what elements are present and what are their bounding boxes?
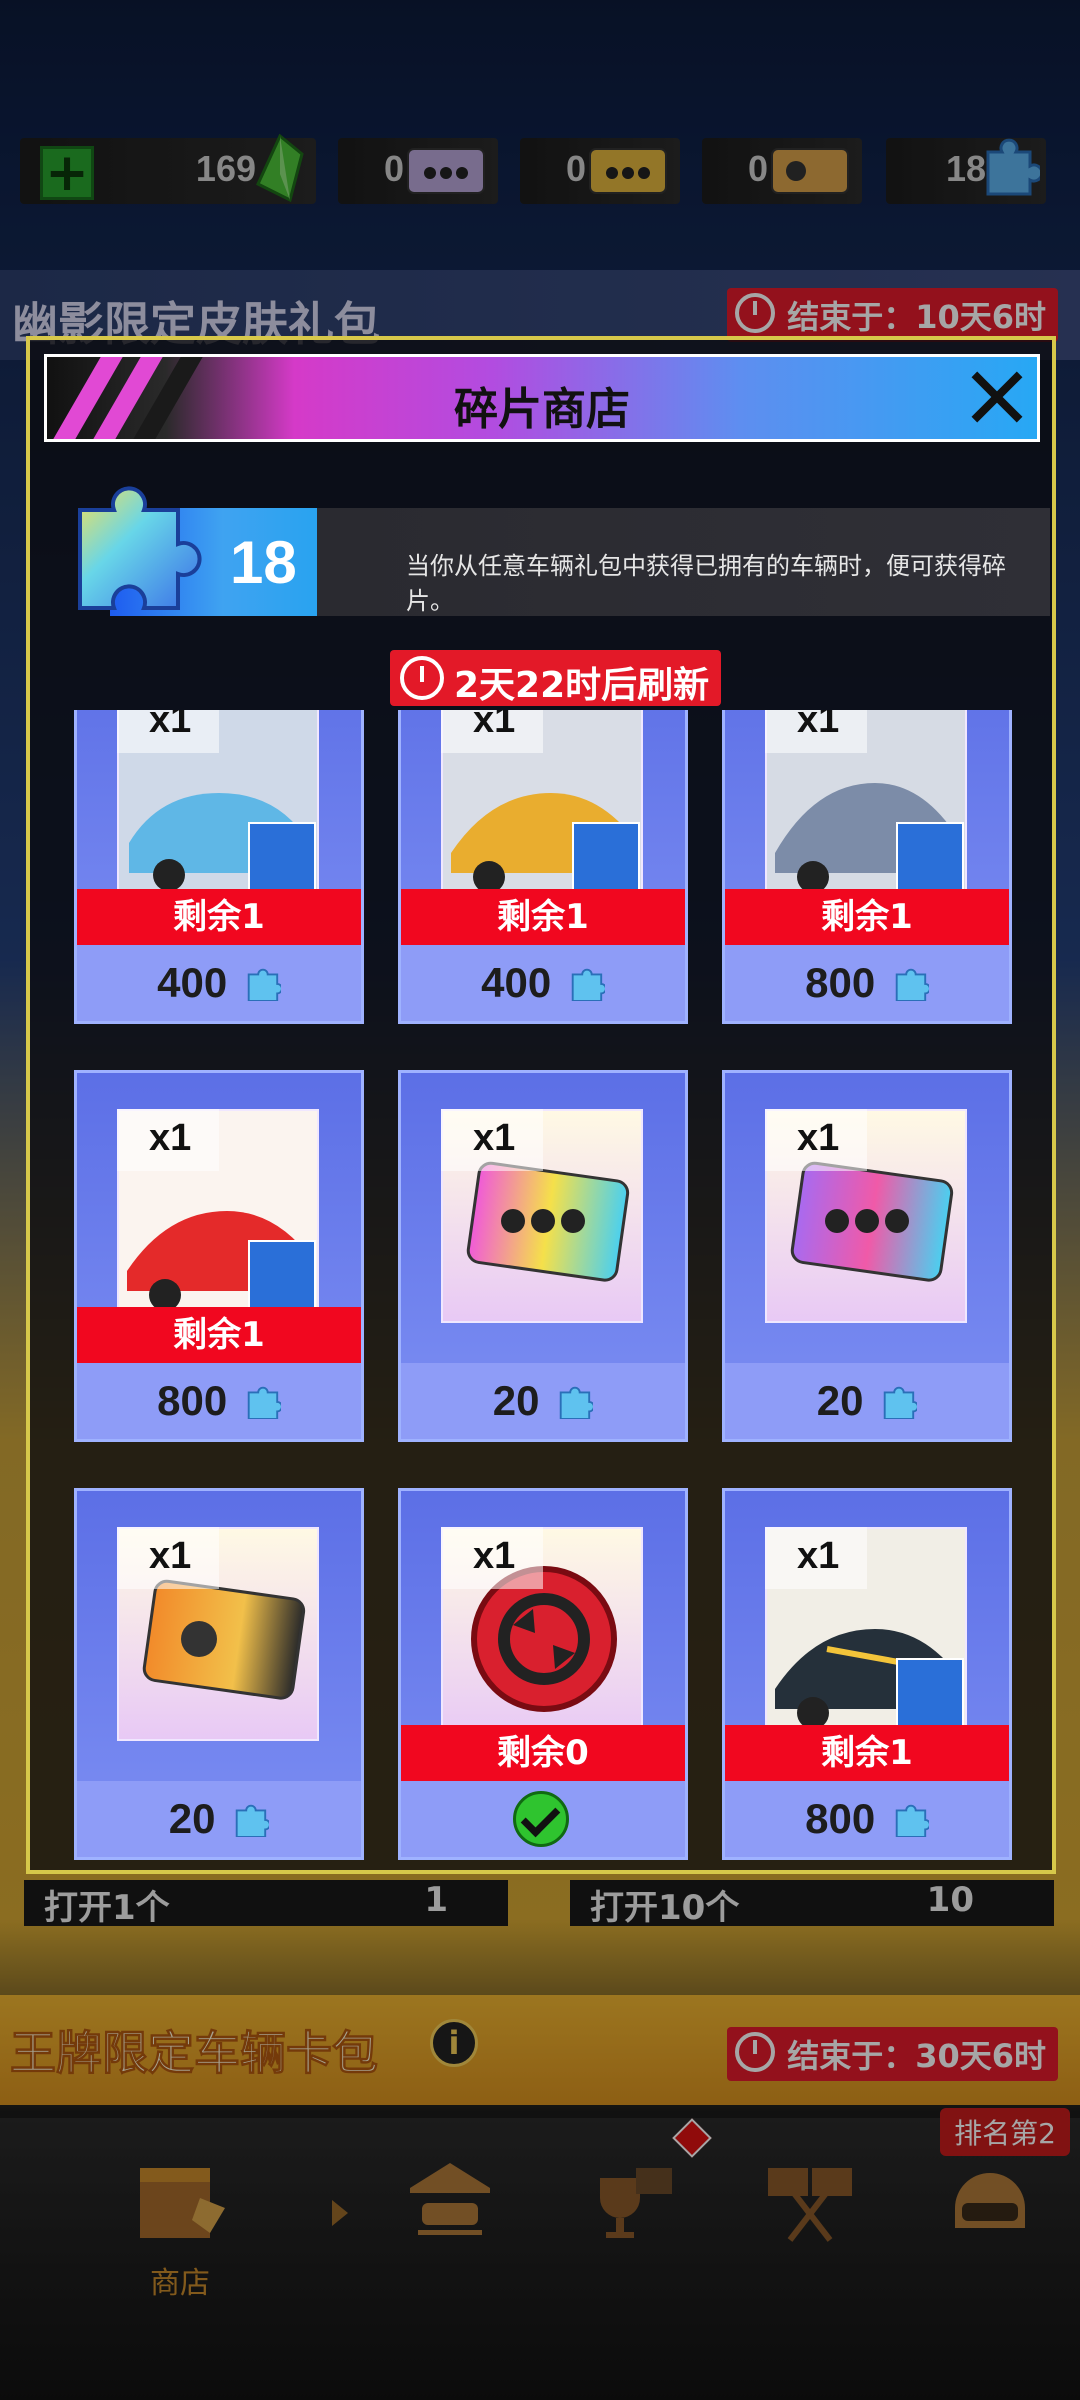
puzzle-icon [559,1386,594,1419]
item-price-bar [401,1781,685,1857]
item-quantity: x1 [117,1109,219,1171]
shop-item[interactable]: x1 20 [722,1070,1012,1442]
item-price: 400 [481,959,552,1006]
modal-header: 碎片商店 [44,354,1040,442]
fragment-shop-modal: 碎片商店 18 当你从任意车辆礼包中获得已拥有的车辆时，便可获得碎片。 2天22… [26,336,1056,1874]
puzzle-icon [247,1386,281,1419]
item-price-bar: 20 [725,1363,1009,1439]
item-quantity: x1 [441,1527,543,1589]
item-price: 20 [492,1377,540,1424]
fragment-balance: 18 [230,529,297,596]
item-price-bar: 800 [725,1781,1009,1857]
refresh-timer: 2天22时后刷新 [390,650,722,706]
refresh-timer-text: 2天22时后刷新 [454,665,710,706]
item-price-bar: 20 [401,1363,685,1439]
item-quantity: x1 [765,710,867,753]
item-price: 400 [157,959,228,1006]
puzzle-icon [895,968,929,1001]
shop-item[interactable]: x1 20 [398,1070,688,1442]
item-remaining: 剩余1 [77,1307,361,1363]
shop-item[interactable]: x1 剩余1 800 [722,1488,1012,1860]
item-remaining: 剩余1 [725,889,1009,945]
item-remaining: 剩余0 [401,1725,685,1781]
item-price: 800 [805,1795,876,1842]
shop-item[interactable]: x1 剩余1 800 [722,710,1012,1024]
puzzle-icon [571,968,605,1001]
item-price-bar: 400 [77,945,361,1021]
close-icon[interactable] [967,367,1027,427]
item-price: 20 [816,1377,864,1424]
puzzle-icon [883,1386,918,1419]
puzzle-icon [895,1804,929,1837]
checkmark-icon [513,1791,569,1847]
shop-item-grid: x1 剩余1 400 x1 剩余1 400 x1 剩余1 800 x1 剩余1 … [74,710,1024,1870]
item-quantity: x1 [765,1109,867,1171]
shop-item[interactable]: x1 剩余0 [398,1488,688,1860]
shop-item[interactable]: x1 剩余1 400 [74,710,364,1024]
item-price: 20 [168,1795,216,1842]
item-quantity: x1 [117,1527,219,1589]
item-price-bar: 800 [77,1363,361,1439]
fragment-info-panel: 18 当你从任意车辆礼包中获得已拥有的车辆时，便可获得碎片。 [110,508,1050,616]
shop-item[interactable]: x1 剩余1 400 [398,710,688,1024]
item-quantity: x1 [117,710,219,753]
shop-item[interactable]: x1 20 [74,1488,364,1860]
item-quantity: x1 [441,710,543,753]
puzzle-icon [78,486,202,610]
item-price-bar: 400 [401,945,685,1021]
item-remaining: 剩余1 [401,889,685,945]
clock-icon [400,656,444,700]
item-remaining: 剩余1 [725,1725,1009,1781]
item-price-bar: 800 [725,945,1009,1021]
modal-title: 碎片商店 [454,384,630,435]
shop-item[interactable]: x1 剩余1 800 [74,1070,364,1442]
item-price: 800 [805,959,876,1006]
fragment-description: 当你从任意车辆礼包中获得已拥有的车辆时，便可获得碎片。 [406,552,1006,615]
item-price-bar: 20 [77,1781,361,1857]
item-remaining: 剩余1 [77,889,361,945]
item-quantity: x1 [441,1109,543,1171]
puzzle-icon [247,968,281,1001]
item-price: 800 [157,1377,228,1424]
puzzle-icon [235,1804,270,1837]
item-quantity: x1 [765,1527,867,1589]
